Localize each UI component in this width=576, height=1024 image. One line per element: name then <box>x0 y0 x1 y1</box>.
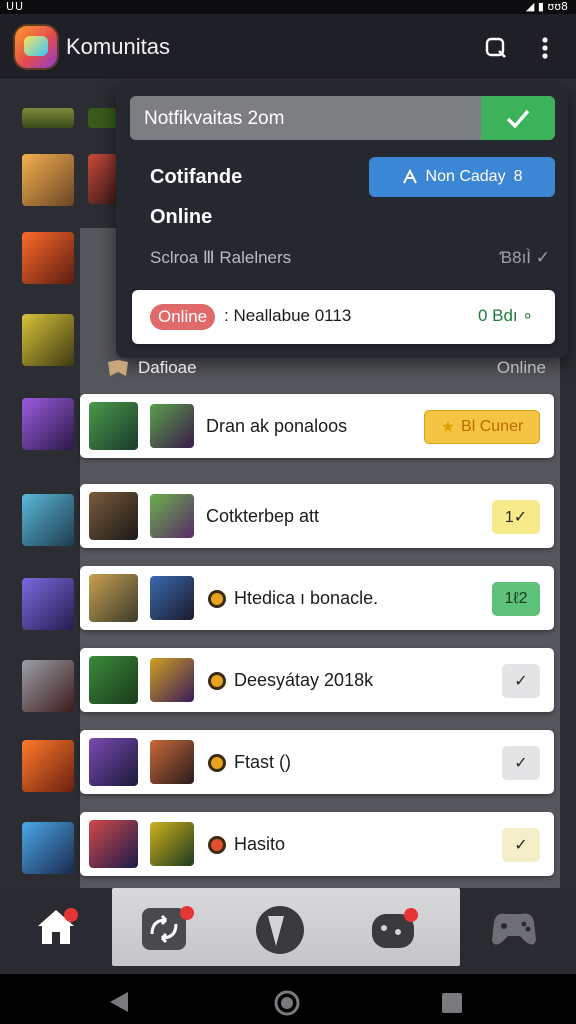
list-item-label: Dran ak ponaloos <box>206 416 348 436</box>
section-header: Dafioae Online <box>106 356 546 382</box>
rail-thumb-1[interactable] <box>22 108 74 128</box>
back-icon[interactable] <box>108 990 130 1014</box>
join-button-suffix: 8 <box>513 168 523 185</box>
game-thumb <box>89 574 138 622</box>
controller-icon[interactable] <box>488 904 538 954</box>
list-item-label: Htedica ı bonacle. <box>234 588 379 608</box>
status-left: ᑌᑌ <box>6 0 25 13</box>
shield-icon[interactable] <box>254 904 304 954</box>
rail-thumb-8[interactable] <box>22 660 74 712</box>
notification-dot <box>404 908 418 922</box>
list-item[interactable]: Hasito ✓ <box>80 812 554 876</box>
notification-bar[interactable]: Notfikvaitas 2om <box>130 96 555 140</box>
status-bar: ᑌᑌ ◢ ▮ ʊʊ8 <box>0 0 576 14</box>
game-thumb <box>89 738 138 786</box>
edit-check-icon[interactable]: ✓ <box>502 664 540 698</box>
list-item[interactable]: Ftast () ✓ <box>80 730 554 794</box>
game-thumb <box>89 820 138 868</box>
game-thumb <box>89 656 138 704</box>
app-bar: Komunitas <box>0 14 576 78</box>
notification-dot <box>64 908 78 922</box>
online-card-text: : Neallabue 0113 <box>224 306 352 325</box>
popup-subtitle: Sclroa Ⅲ Ralelners <box>150 248 292 267</box>
online-card-right: 0 Bdı ∘ <box>477 306 533 325</box>
section-status: Online <box>496 358 546 377</box>
list-item-label: Deesyátay 2018k <box>234 670 374 690</box>
col-thumb-2 <box>88 154 118 204</box>
col-thumb-1 <box>88 108 118 128</box>
game-thumb <box>150 740 194 784</box>
controller-icon <box>108 360 128 376</box>
nav-center-group <box>112 888 460 966</box>
popup-subtitle-right: Ɓ8ıÌ ✓ <box>499 248 550 267</box>
check-icon <box>506 109 530 129</box>
gamepad-icon[interactable] <box>368 904 418 954</box>
list-item-label: Cotkterbep att <box>206 506 320 526</box>
home-button-icon[interactable] <box>273 989 301 1017</box>
online-pill: Online <box>150 304 216 330</box>
search-icon[interactable] <box>482 34 510 62</box>
status-badge[interactable]: 1✓ <box>492 500 540 534</box>
popup-heading-1: Cotifande <box>150 166 243 188</box>
rail-thumb-3[interactable] <box>22 232 74 284</box>
status-right: ◢ ▮ ʊʊ8 <box>525 0 568 13</box>
edit-check-icon[interactable]: ✓ <box>502 746 540 780</box>
page-title: Komunitas <box>66 34 170 59</box>
rail-thumb-7[interactable] <box>22 578 74 630</box>
online-card[interactable]: Online : Neallabue 0113 0 Bdı ∘ <box>132 290 555 344</box>
list-item[interactable]: Deesyátay 2018k ✓ <box>80 648 554 712</box>
coin-icon <box>208 672 226 690</box>
game-thumb <box>150 494 194 538</box>
bottom-navigation <box>0 888 576 974</box>
list-item-label: Hasito <box>234 834 286 854</box>
rail-thumb-2[interactable] <box>22 154 74 206</box>
rail-thumb-6[interactable] <box>22 494 74 546</box>
game-thumb <box>150 576 194 620</box>
recents-icon[interactable] <box>441 992 463 1014</box>
rail-thumb-4[interactable] <box>22 314 74 366</box>
rail-thumb-10[interactable] <box>22 822 74 874</box>
game-thumb <box>150 658 194 702</box>
game-thumb <box>150 822 194 866</box>
status-badge[interactable]: ★ Bl Cuner <box>424 410 540 444</box>
system-navigation <box>0 974 576 1024</box>
confirm-check-button[interactable] <box>481 96 555 140</box>
edit-check-icon[interactable]: ✓ <box>502 828 540 862</box>
coin-icon <box>208 754 226 772</box>
more-vert-icon[interactable] <box>531 34 559 62</box>
status-badge[interactable]: 1ℓ2 <box>492 582 540 616</box>
game-thumb <box>89 402 138 450</box>
list-item-label: Ftast () <box>234 752 291 772</box>
list-item[interactable]: Dran ak ponaloos ★ Bl Cuner <box>80 394 554 458</box>
join-button[interactable]: Non Caday 8 <box>369 157 555 197</box>
home-icon[interactable] <box>34 904 84 954</box>
app-logo[interactable] <box>15 26 57 68</box>
game-thumb <box>150 404 194 448</box>
section-title: Dafioae <box>138 358 197 377</box>
rail-thumb-5[interactable] <box>22 398 74 450</box>
swap-icon[interactable] <box>140 904 194 954</box>
star-icon: ★ <box>440 419 456 436</box>
rail-thumb-9[interactable] <box>22 740 74 792</box>
popup-heading-2: Online <box>150 206 213 228</box>
join-button-label: Non Caday <box>425 168 506 185</box>
user-arrow-icon <box>402 169 417 184</box>
list-item[interactable]: Cotkterbep att 1✓ <box>80 484 554 548</box>
badge-label: Bl Cuner <box>461 418 524 435</box>
notification-dot <box>180 906 194 920</box>
list-item[interactable]: Htedica ı bonacle. 1ℓ2 <box>80 566 554 630</box>
coin-icon <box>208 590 226 608</box>
game-thumb <box>89 492 138 540</box>
coin-icon <box>208 836 226 854</box>
notification-text: Notfikvaitas 2om <box>144 108 285 129</box>
